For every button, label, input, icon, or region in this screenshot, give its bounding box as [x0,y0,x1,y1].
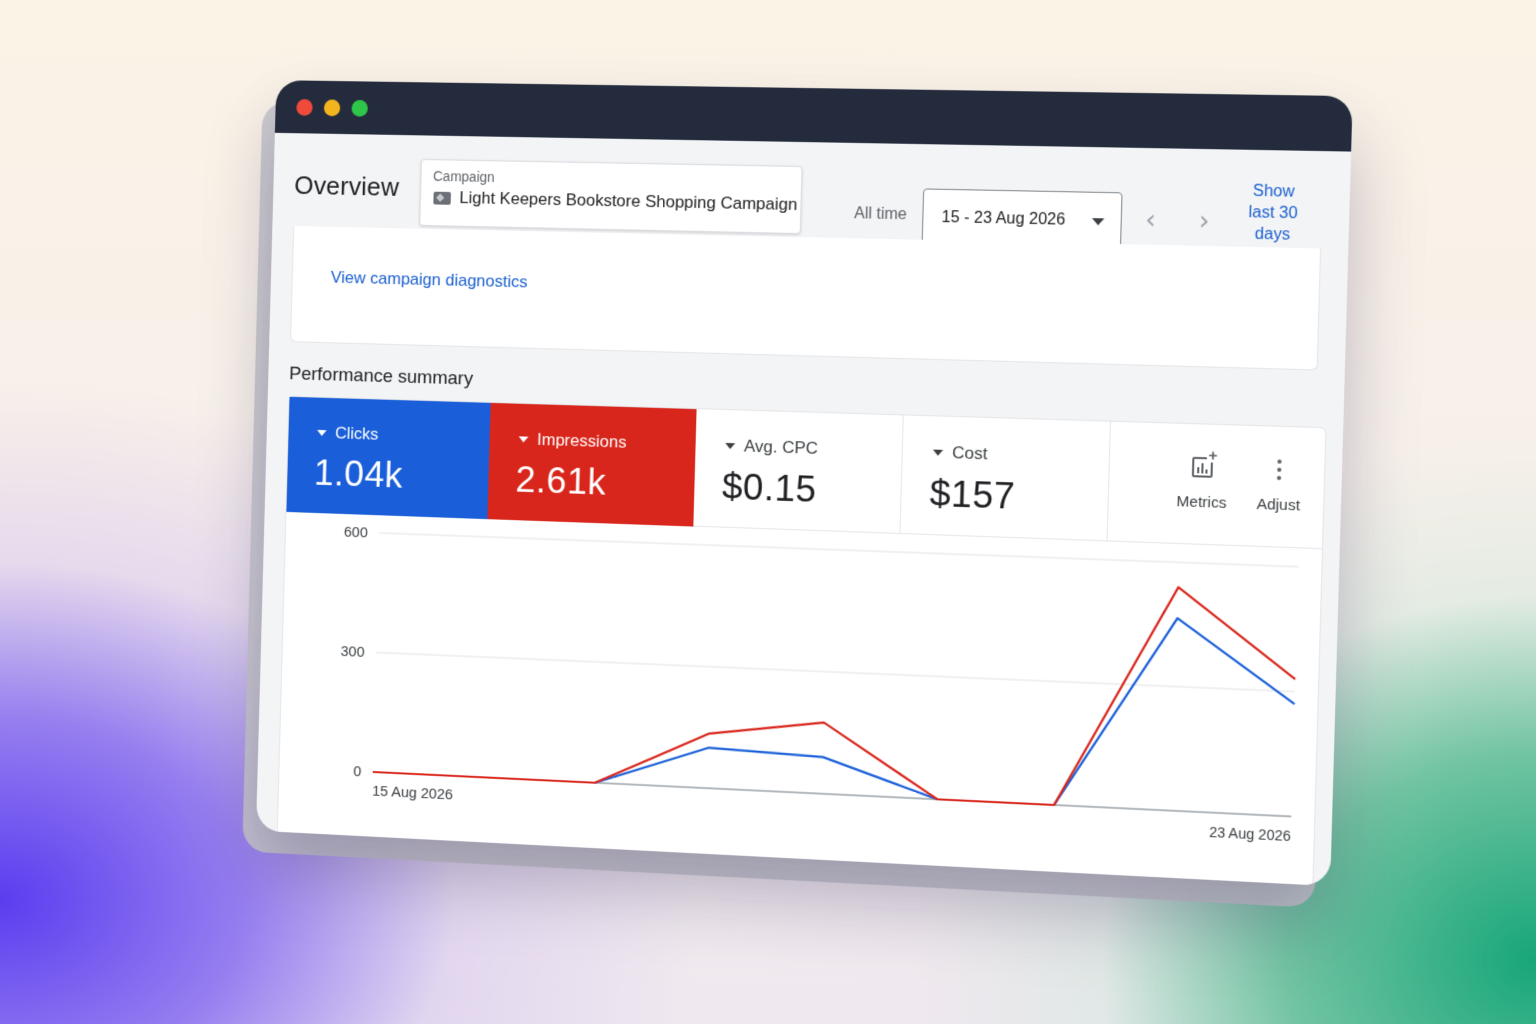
add-chart-icon: + [1169,456,1236,487]
metric-value: 2.61k [515,459,607,504]
gridline [376,652,1295,691]
campaign-selector[interactable]: Campaign Light Keepers Bookstore Shoppin… [419,159,802,234]
series-line-impressions [373,557,1298,817]
performance-line-chart: 0 300 600 15 Aug 2026 23 Aug 2026 [278,512,1322,886]
chart-tools: + Metrics Adjust [1108,422,1326,549]
metric-label-text: Avg. CPC [744,437,818,459]
page-title: Overview [294,170,400,202]
next-period-button[interactable]: › [1190,206,1218,237]
more-vert-icon [1250,459,1309,490]
dropdown-triangle-icon [725,443,735,449]
y-tick-label: 0 [353,763,361,780]
show-last-30-line1: Show [1237,180,1311,203]
metric-tile-avg-cpc[interactable]: Avg. CPC $0.15 [693,409,903,534]
desktop-background: Overview Campaign Light Keepers Bookstor… [0,0,1536,1024]
metric-label-text: Cost [952,443,988,464]
adjust-button[interactable]: Adjust [1249,457,1309,515]
metric-label: Impressions [518,429,626,452]
dropdown-triangle-icon [317,430,327,436]
metric-label: Clicks [317,423,379,445]
x-tick-label: 15 Aug 2026 [372,783,453,804]
diagnostics-card: View campaign diagnostics [290,226,1321,371]
metric-tile-cost[interactable]: Cost $157 [900,415,1111,541]
shopping-tag-icon [433,192,451,205]
browser-window: Overview Campaign Light Keepers Bookstor… [256,80,1353,886]
metric-value: $0.15 [722,466,818,511]
previous-period-button[interactable]: ‹ [1137,205,1165,236]
metric-value: $157 [929,473,1016,518]
metrics-button[interactable]: + Metrics [1168,454,1236,512]
metric-label-text: Impressions [537,430,627,453]
campaign-name: Light Keepers Bookstore Shopping Campaig… [459,188,797,215]
y-tick-label: 600 [344,524,368,542]
campaign-caption: Campaign [433,168,495,185]
show-last-30-line2: last 30 [1236,202,1310,225]
metric-value: 1.04k [314,452,404,496]
metric-tile-impressions[interactable]: Impressions 2.61k [487,403,696,527]
adjust-button-label: Adjust [1249,495,1308,514]
x-tick-label: 23 Aug 2026 [1209,824,1291,844]
performance-summary-title: Performance summary [289,364,473,391]
metrics-button-label: Metrics [1168,493,1235,513]
performance-card: Clicks 1.04k Impressions 2.61k Avg. CPC [277,396,1327,886]
y-tick-label: 300 [340,643,364,661]
date-preset-label: All time [854,205,907,224]
chevron-down-icon [1092,218,1104,225]
metric-label-text: Clicks [335,424,379,445]
view-campaign-diagnostics-link[interactable]: View campaign diagnostics [331,268,528,292]
dropdown-triangle-icon [519,436,529,442]
metric-label: Cost [933,442,988,464]
date-range-value: 15 - 23 Aug 2026 [941,209,1065,230]
close-window-button[interactable] [296,99,313,116]
show-last-30-days-link[interactable]: Show last 30 days [1236,180,1311,246]
dropdown-triangle-icon [933,450,943,456]
minimize-window-button[interactable] [324,99,341,116]
show-last-30-line3: days [1236,223,1310,246]
maximize-window-button[interactable] [351,99,368,116]
metric-tile-clicks[interactable]: Clicks 1.04k [286,397,490,519]
metric-label: Avg. CPC [725,436,818,459]
